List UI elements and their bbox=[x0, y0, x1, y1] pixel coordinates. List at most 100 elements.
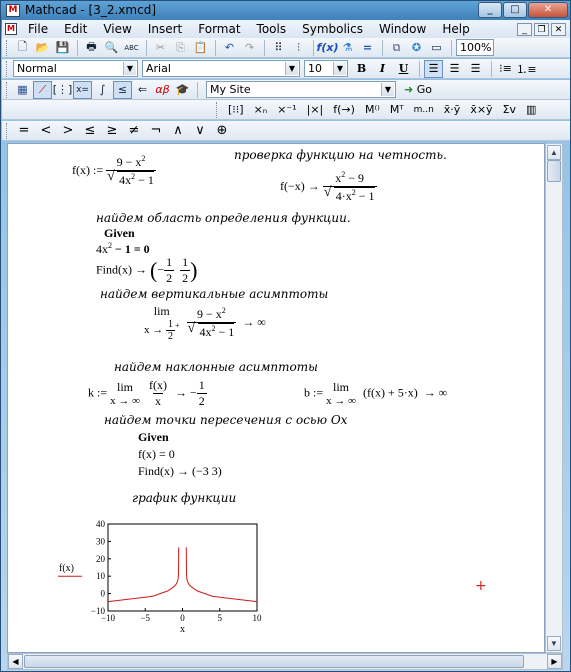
doc-close-button[interactable]: ✕ bbox=[551, 22, 566, 36]
calculate-icon[interactable]: = bbox=[358, 39, 377, 57]
horizontal-scroll-thumb[interactable] bbox=[24, 655, 524, 668]
title-bar[interactable]: M Mathcad - [3_2.xmcd] _ □ ✕ bbox=[1, 1, 571, 20]
vectorize-icon[interactable]: f(→) bbox=[333, 103, 355, 116]
cut-icon[interactable]: ✂ bbox=[151, 39, 170, 57]
component-icon[interactable]: ⧉ bbox=[387, 39, 406, 57]
parity-expression[interactable]: f(−x) → x2 − 9 4·x2 − 1 bbox=[280, 170, 377, 204]
toolbar-grip-2[interactable] bbox=[6, 60, 9, 77]
scroll-left-icon[interactable]: ◀ bbox=[8, 654, 23, 669]
b-definition[interactable]: b := lim x → ∞ (f(x) + 5·x) → ∞ bbox=[304, 380, 447, 407]
find-zeros[interactable]: Find(x) → (−3 3) bbox=[138, 464, 222, 479]
scroll-right-icon[interactable]: ▶ bbox=[547, 654, 562, 669]
toolbar-grip-3[interactable] bbox=[6, 81, 9, 98]
redo-icon[interactable]: ↷ bbox=[240, 39, 259, 57]
greek-toolbar-icon[interactable]: αβ bbox=[153, 81, 172, 99]
zoom-combo[interactable]: 100% bbox=[456, 39, 494, 56]
font-select[interactable]: Arial ▼ bbox=[142, 60, 300, 77]
help-window-icon[interactable]: ▭ bbox=[427, 39, 446, 57]
determinant-icon[interactable]: |×| bbox=[307, 103, 324, 116]
dot-product-icon[interactable]: x̄·ȳ bbox=[444, 103, 461, 116]
greater-equal-icon[interactable]: ≥ bbox=[101, 123, 123, 138]
menu-file[interactable]: File bbox=[20, 22, 56, 36]
font-size-select[interactable]: 10 ▼ bbox=[304, 60, 348, 77]
resource-site-select[interactable]: My Site ▼ bbox=[206, 81, 396, 98]
open-icon[interactable]: 📂 bbox=[33, 39, 52, 57]
bullets-icon[interactable]: ⁝≡ bbox=[496, 60, 515, 78]
resource-center-icon[interactable]: ✪ bbox=[407, 39, 426, 57]
not-icon[interactable]: ¬ bbox=[145, 123, 167, 138]
find-domain[interactable]: Find(x) → (− 1 2 1 2) bbox=[96, 255, 197, 286]
matrix-toolbar-icon[interactable]: [⋮] bbox=[53, 81, 73, 99]
menu-insert[interactable]: Insert bbox=[140, 22, 190, 36]
menu-symbolics[interactable]: Symbolics bbox=[294, 22, 371, 36]
symbolic-toolbar-icon[interactable]: 🎓 bbox=[173, 81, 192, 99]
toolbar-grip-5[interactable] bbox=[6, 122, 9, 139]
print-icon[interactable]: 🖶 bbox=[82, 39, 101, 57]
align-center-icon[interactable]: ☰ bbox=[445, 60, 464, 78]
cross-product-icon[interactable]: x̄×ȳ bbox=[470, 103, 492, 116]
menu-edit[interactable]: Edit bbox=[56, 22, 95, 36]
paste-icon[interactable]: 📋 bbox=[191, 39, 210, 57]
menu-window[interactable]: Window bbox=[371, 22, 434, 36]
document-icon[interactable]: M bbox=[5, 23, 17, 35]
italic-button[interactable]: I bbox=[373, 60, 392, 78]
align-across-icon[interactable]: ⠿ bbox=[269, 39, 288, 57]
graph-toolbar-icon[interactable]: ⟋ bbox=[33, 80, 52, 99]
superscript-icon[interactable]: M⁽⁾ bbox=[365, 103, 380, 116]
vertical-scrollbar[interactable]: ▲ ▼ bbox=[545, 143, 563, 653]
maximize-button[interactable]: □ bbox=[503, 2, 527, 18]
zero-equation[interactable]: f(x) = 0 bbox=[138, 447, 175, 462]
save-icon[interactable]: 💾 bbox=[53, 39, 72, 57]
transpose-icon[interactable]: Mᵀ bbox=[390, 103, 404, 116]
xor-icon[interactable]: ⊕ bbox=[211, 123, 233, 138]
doc-minimize-button[interactable]: _ bbox=[517, 22, 532, 36]
menu-view[interactable]: View bbox=[95, 22, 139, 36]
picture-icon[interactable]: ▥ bbox=[526, 103, 536, 116]
greater-than-icon[interactable]: > bbox=[57, 123, 79, 138]
minimize-button[interactable]: _ bbox=[478, 2, 502, 18]
spell-check-icon[interactable]: ABC bbox=[122, 39, 141, 57]
vertical-limit[interactable]: lim x → 12+ 9 − x2 4x2 − 1 → ∞ bbox=[144, 304, 266, 342]
toolbar-grip[interactable] bbox=[6, 39, 9, 56]
new-icon[interactable]: 🗋 bbox=[13, 39, 32, 57]
style-select[interactable]: Normal ▼ bbox=[13, 60, 138, 77]
undo-icon[interactable]: ↶ bbox=[220, 39, 239, 57]
toolbar-grip-4[interactable] bbox=[216, 101, 219, 118]
and-icon[interactable]: ∧ bbox=[167, 123, 189, 138]
vector-sum-icon[interactable]: Σv bbox=[503, 103, 516, 116]
underline-button[interactable]: U bbox=[394, 60, 413, 78]
vertical-scroll-thumb[interactable] bbox=[547, 160, 561, 182]
insert-unit-icon[interactable]: ⚗ bbox=[338, 39, 357, 57]
menu-help[interactable]: Help bbox=[434, 22, 477, 36]
inverse-icon[interactable]: ×⁻¹ bbox=[277, 103, 296, 116]
scroll-down-icon[interactable]: ▼ bbox=[547, 636, 561, 651]
programming-toolbar-icon[interactable]: ⇐ bbox=[133, 81, 152, 99]
align-down-icon[interactable]: ⫶ bbox=[289, 39, 308, 57]
go-button[interactable]: ➜ Go bbox=[400, 81, 436, 99]
range-variable-icon[interactable]: m..n bbox=[414, 105, 434, 115]
menu-format[interactable]: Format bbox=[190, 22, 248, 36]
bold-button[interactable]: B bbox=[352, 60, 371, 78]
doc-restore-button[interactable]: ❐ bbox=[534, 22, 549, 36]
function-definition[interactable]: f(x) := 9 − x2 4x2 − 1 bbox=[72, 154, 156, 188]
align-left-icon[interactable]: ☰ bbox=[424, 59, 443, 78]
function-graph[interactable]: 403020100−10−10 −5 0 5 10xf(x) bbox=[52, 520, 282, 660]
align-right-icon[interactable]: ☰ bbox=[466, 60, 485, 78]
given-keyword-1[interactable]: Given bbox=[104, 226, 135, 241]
menu-tools[interactable]: Tools bbox=[249, 22, 295, 36]
less-equal-icon[interactable]: ≤ bbox=[79, 123, 101, 138]
subscript-icon[interactable]: ×ₙ bbox=[254, 103, 268, 116]
scroll-up-icon[interactable]: ▲ bbox=[547, 145, 561, 160]
copy-icon[interactable]: ⎘ bbox=[171, 39, 190, 57]
insert-function-icon[interactable]: f(x) bbox=[317, 39, 339, 57]
k-definition[interactable]: k := lim x → ∞ f(x) x → −1 2 bbox=[88, 378, 207, 409]
close-button[interactable]: ✕ bbox=[528, 2, 568, 18]
boolean-toolbar-icon[interactable]: ≤ bbox=[113, 80, 132, 99]
equal-icon[interactable]: = bbox=[13, 123, 35, 138]
evaluation-toolbar-icon[interactable]: x= bbox=[73, 80, 92, 99]
calculator-toolbar-icon[interactable]: ▦ bbox=[13, 81, 32, 99]
numbering-icon[interactable]: ⒈≡ bbox=[516, 60, 536, 78]
insert-matrix-icon[interactable]: [⁝⁝] bbox=[228, 103, 244, 116]
not-equal-icon[interactable]: ≠ bbox=[123, 123, 145, 138]
or-icon[interactable]: ∨ bbox=[189, 123, 211, 138]
